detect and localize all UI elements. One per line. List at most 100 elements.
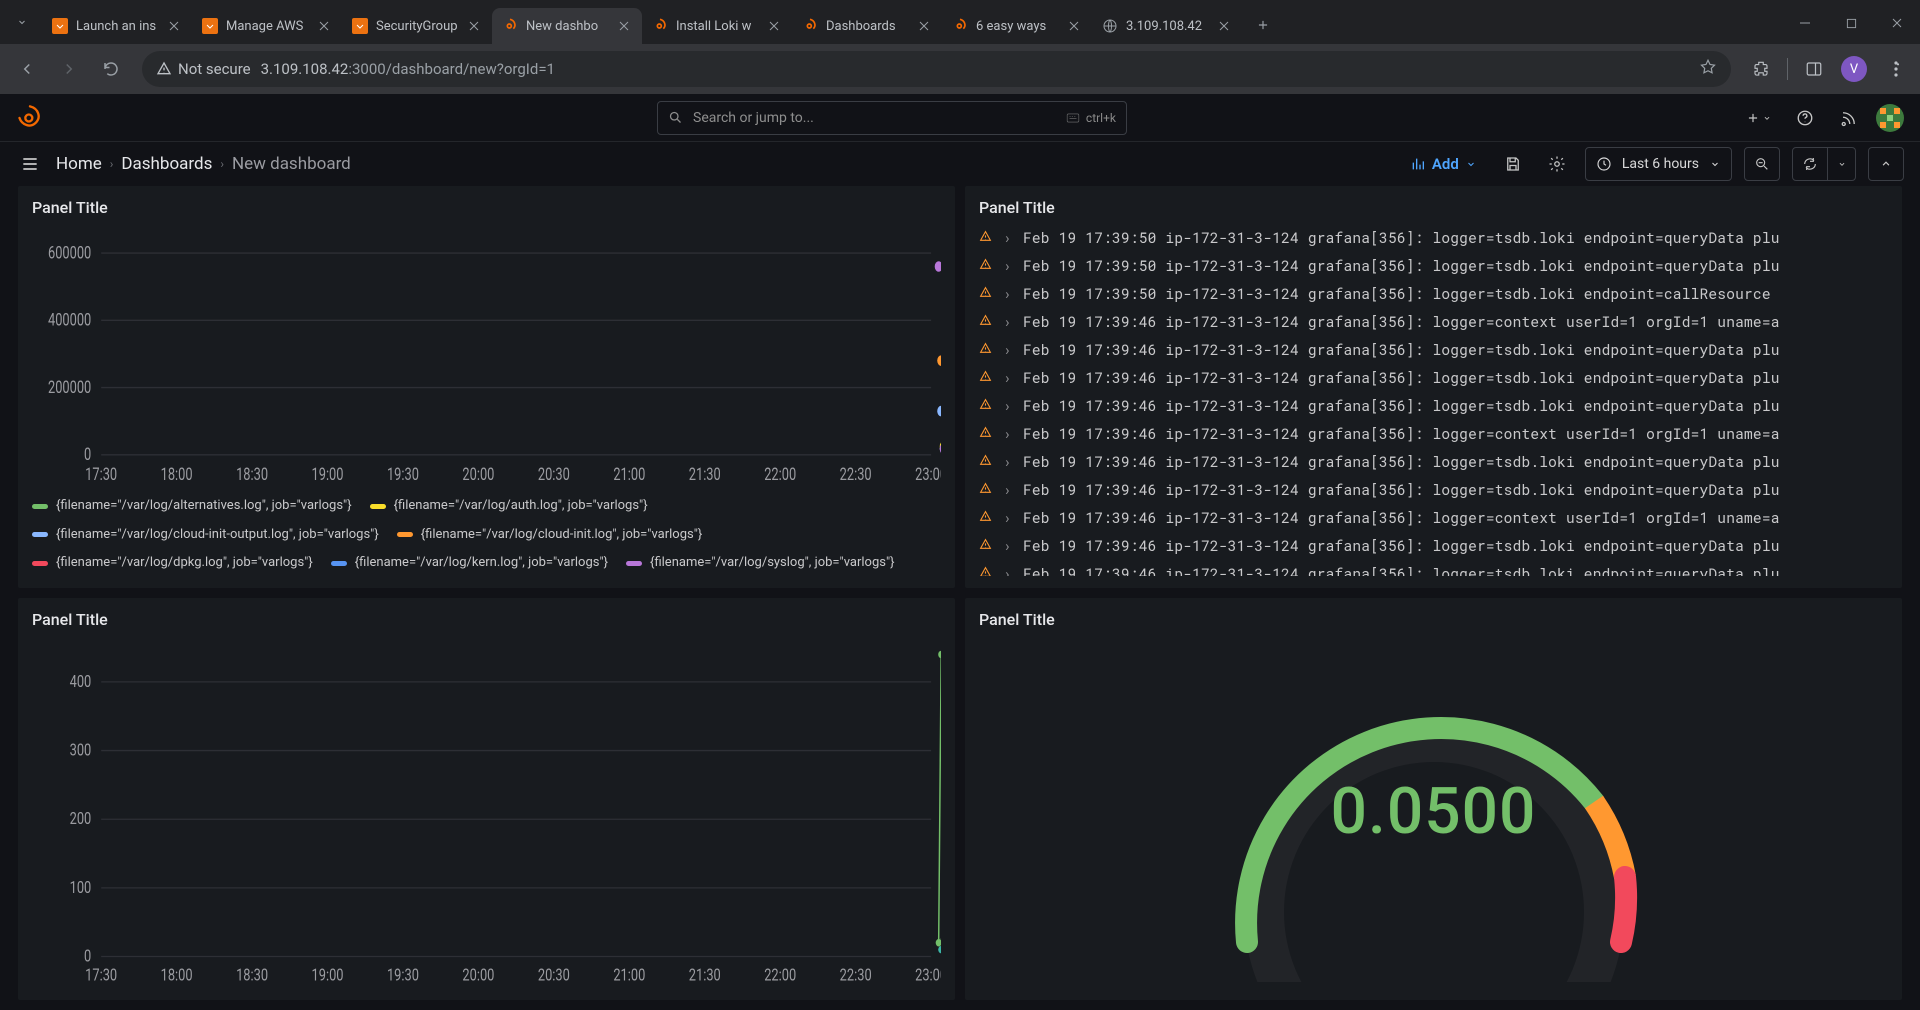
browser-tab[interactable]: Dashboards xyxy=(792,8,942,44)
window-maximize[interactable] xyxy=(1828,6,1874,40)
log-row[interactable]: ›Feb 19 17:39:46 ip-172-31-3-124 grafana… xyxy=(979,363,1888,391)
browser-tab[interactable]: Manage AWS xyxy=(192,8,342,44)
legend-item[interactable]: {filename="/var/log/cloud-init-output.lo… xyxy=(32,523,379,548)
window-minimize[interactable] xyxy=(1782,6,1828,40)
panel-top-left[interactable]: Panel Title 020000040000060000017:3018:0… xyxy=(18,186,955,588)
bookmark-icon[interactable] xyxy=(1699,58,1717,80)
nav-back[interactable] xyxy=(8,50,46,88)
grafana-logo-icon[interactable] xyxy=(16,104,44,132)
legend-item[interactable]: {filename="/var/log/dpkg.log", job="varl… xyxy=(32,551,313,576)
chevron-right-icon: › xyxy=(1003,424,1013,443)
grafana-app: Search or jump to... ctrl+k Home › Dashb… xyxy=(0,94,1920,1010)
svg-text:400000: 400000 xyxy=(48,310,91,330)
browser-tab[interactable]: 6 easy ways xyxy=(942,8,1092,44)
log-text: Feb 19 17:39:46 ip-172-31-3-124 grafana[… xyxy=(1023,396,1780,415)
log-row[interactable]: ›Feb 19 17:39:46 ip-172-31-3-124 grafana… xyxy=(979,531,1888,559)
svg-text:22:30: 22:30 xyxy=(840,965,872,985)
log-row[interactable]: ›Feb 19 17:39:46 ip-172-31-3-124 grafana… xyxy=(979,447,1888,475)
log-row[interactable]: ›Feb 19 17:39:50 ip-172-31-3-124 grafana… xyxy=(979,223,1888,251)
legend-item[interactable]: {filename="/var/log/auth.log", job="varl… xyxy=(370,494,648,519)
add-panel-button[interactable]: Add xyxy=(1402,151,1485,177)
log-text: Feb 19 17:39:46 ip-172-31-3-124 grafana[… xyxy=(1023,312,1780,331)
close-icon[interactable] xyxy=(616,18,632,34)
close-icon[interactable] xyxy=(316,18,332,34)
nav-reload[interactable] xyxy=(92,50,130,88)
close-icon[interactable] xyxy=(766,18,782,34)
log-list[interactable]: ›Feb 19 17:39:50 ip-172-31-3-124 grafana… xyxy=(979,223,1888,576)
warning-icon xyxy=(979,256,993,275)
gauge: 0.0500 xyxy=(979,635,1888,988)
svg-text:23:00: 23:00 xyxy=(915,965,941,985)
save-dashboard-icon[interactable] xyxy=(1497,147,1529,181)
log-row[interactable]: ›Feb 19 17:39:46 ip-172-31-3-124 grafana… xyxy=(979,307,1888,335)
panel-bottom-left[interactable]: Panel Title 010020030040017:3018:0018:30… xyxy=(18,598,955,1000)
refresh-icon[interactable] xyxy=(1792,147,1828,181)
log-row[interactable]: ›Feb 19 17:39:50 ip-172-31-3-124 grafana… xyxy=(979,251,1888,279)
breadcrumb-home[interactable]: Home xyxy=(56,154,102,174)
svg-text:200: 200 xyxy=(70,809,92,829)
close-icon[interactable] xyxy=(1216,18,1232,34)
panel-bottom-right[interactable]: Panel Title 0.0500 xyxy=(965,598,1902,1000)
log-row[interactable]: ›Feb 19 17:39:46 ip-172-31-3-124 grafana… xyxy=(979,335,1888,363)
close-icon[interactable] xyxy=(1066,18,1082,34)
tab-title: New dashbo xyxy=(526,19,608,34)
window-close[interactable] xyxy=(1874,6,1920,40)
log-row[interactable]: ›Feb 19 17:39:46 ip-172-31-3-124 grafana… xyxy=(979,475,1888,503)
refresh-interval-dropdown[interactable] xyxy=(1828,147,1856,181)
browser-tab[interactable]: New dashbo xyxy=(492,8,642,44)
svg-text:300: 300 xyxy=(70,740,92,760)
chevron-right-icon: › xyxy=(1003,480,1013,499)
chrome-menu-icon[interactable] xyxy=(1876,51,1912,87)
user-avatar[interactable] xyxy=(1876,104,1904,132)
help-icon[interactable] xyxy=(1788,101,1822,135)
settings-icon[interactable] xyxy=(1541,147,1573,181)
log-row[interactable]: ›Feb 19 17:39:50 ip-172-31-3-124 grafana… xyxy=(979,279,1888,307)
side-panel-icon[interactable] xyxy=(1796,51,1832,87)
nav-forward[interactable] xyxy=(50,50,88,88)
warning-icon xyxy=(979,340,993,359)
zoom-out-icon[interactable] xyxy=(1744,147,1780,181)
collapse-icon[interactable] xyxy=(1868,147,1904,181)
legend-item[interactable]: {filename="/var/log/alternatives.log", j… xyxy=(32,494,352,519)
close-icon[interactable] xyxy=(166,18,182,34)
profile-avatar[interactable]: V xyxy=(1836,51,1872,87)
browser-tab[interactable]: 3.109.108.42 xyxy=(1092,8,1242,44)
panel-top-right[interactable]: Panel Title ›Feb 19 17:39:50 ip-172-31-3… xyxy=(965,186,1902,588)
bar-chart-icon xyxy=(1410,156,1426,172)
search-input[interactable]: Search or jump to... ctrl+k xyxy=(657,101,1127,135)
tab-title: 3.109.108.42 xyxy=(1126,19,1208,34)
search-kbd-hint: ctrl+k xyxy=(1066,111,1116,125)
tab-title: Launch an ins xyxy=(76,19,158,34)
log-text: Feb 19 17:39:46 ip-172-31-3-124 grafana[… xyxy=(1023,340,1780,359)
not-secure-badge[interactable]: Not secure xyxy=(156,60,251,78)
browser-tab[interactable]: SecurityGroup xyxy=(342,8,492,44)
header-add-button[interactable] xyxy=(1740,101,1778,135)
legend-item[interactable]: {filename="/var/log/kern.log", job="varl… xyxy=(331,551,608,576)
breadcrumb-dashboards[interactable]: Dashboards xyxy=(121,154,212,174)
news-icon[interactable] xyxy=(1832,101,1866,135)
warning-icon xyxy=(979,536,993,555)
time-range-picker[interactable]: Last 6 hours xyxy=(1585,147,1732,181)
chevron-right-icon: › xyxy=(1003,228,1013,247)
chart-area[interactable]: 020000040000060000017:3018:0018:3019:001… xyxy=(32,223,941,488)
search-placeholder: Search or jump to... xyxy=(693,110,814,126)
close-icon[interactable] xyxy=(466,18,482,34)
browser-tab[interactable]: Install Loki w xyxy=(642,8,792,44)
chart-area[interactable]: 010020030040017:3018:0018:3019:0019:3020… xyxy=(32,635,941,988)
close-icon[interactable] xyxy=(916,18,932,34)
legend-item[interactable]: {filename="/var/log/cloud-init.log", job… xyxy=(397,523,703,548)
new-tab-button[interactable] xyxy=(1248,10,1278,40)
log-row[interactable]: ›Feb 19 17:39:46 ip-172-31-3-124 grafana… xyxy=(979,391,1888,419)
omnibox[interactable]: Not secure 3.109.108.42:3000/dashboard/n… xyxy=(142,51,1731,87)
log-row[interactable]: ›Feb 19 17:39:46 ip-172-31-3-124 grafana… xyxy=(979,503,1888,531)
svg-text:18:00: 18:00 xyxy=(161,464,193,484)
log-row[interactable]: ›Feb 19 17:39:46 ip-172-31-3-124 grafana… xyxy=(979,559,1888,576)
menu-toggle-icon[interactable] xyxy=(16,150,44,178)
browser-tab[interactable]: Launch an ins xyxy=(42,8,192,44)
extensions-icon[interactable] xyxy=(1743,51,1779,87)
log-text: Feb 19 17:39:46 ip-172-31-3-124 grafana[… xyxy=(1023,424,1780,443)
tab-search-dropdown[interactable] xyxy=(8,8,36,36)
chart-legend: {filename="/var/log/alternatives.log", j… xyxy=(32,494,941,576)
legend-item[interactable]: {filename="/var/log/syslog", job="varlog… xyxy=(626,551,895,576)
log-row[interactable]: › Feb 19 17:39:46 ip-172-31-3-124 grafana… xyxy=(979,419,1888,447)
